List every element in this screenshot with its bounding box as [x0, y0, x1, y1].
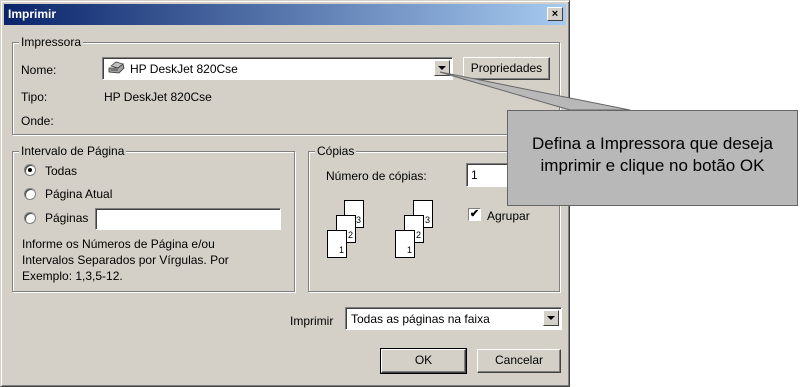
callout-line-1: Defina a Impressora que deseja [532, 134, 773, 153]
instruction-callout: Defina a Impressora que deseja imprimir … [507, 110, 798, 206]
callout-line-2: imprimir e clique no botão OK [540, 156, 765, 175]
